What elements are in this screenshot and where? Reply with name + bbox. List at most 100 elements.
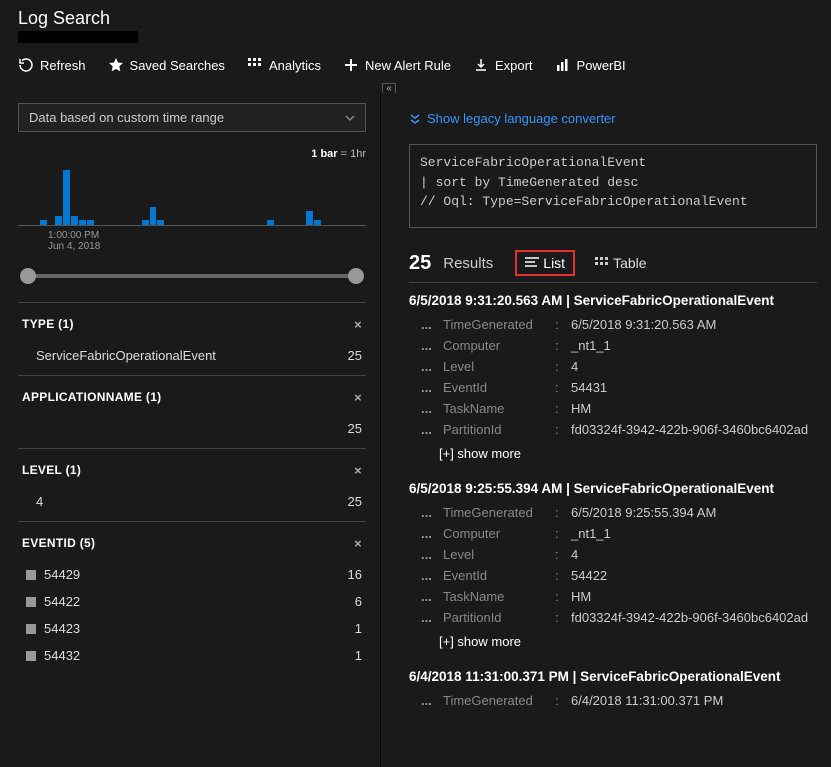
field-row[interactable]: ...Level:4 [409,356,817,377]
field-colon: : [555,547,571,562]
field-key: PartitionId [443,610,555,625]
results-count: 25 [409,252,431,275]
converter-label: Show legacy language converter [427,111,616,126]
field-row[interactable]: ...EventId:54431 [409,377,817,398]
field-value: HM [571,589,591,604]
histogram-bar[interactable] [142,220,149,225]
ellipsis-icon[interactable]: ... [421,526,443,541]
powerbi-button[interactable]: PowerBI [555,57,626,73]
field-colon: : [555,380,571,395]
field-row[interactable]: ...TimeGenerated:6/5/2018 9:31:20.563 AM [409,314,817,335]
histogram-bar[interactable] [71,216,78,225]
field-colon: : [555,589,571,604]
time-range-dropdown[interactable]: Data based on custom time range [18,103,366,132]
field-value: HM [571,401,591,416]
facet-row-count: 25 [348,494,362,509]
facet-row-count: 25 [348,348,362,363]
refresh-button[interactable]: Refresh [18,57,86,73]
ellipsis-icon[interactable]: ... [421,610,443,625]
field-value: 6/4/2018 11:31:00.371 PM [571,693,723,708]
field-colon: : [555,568,571,583]
field-colon: : [555,338,571,353]
ellipsis-icon[interactable]: ... [421,568,443,583]
facet-close-icon[interactable]: × [354,390,362,405]
field-row[interactable]: ...TimeGenerated:6/5/2018 9:25:55.394 AM [409,502,817,523]
field-key: TaskName [443,401,555,416]
list-icon [525,257,539,269]
histogram-bar[interactable] [87,220,94,225]
histogram-bar[interactable] [63,170,70,225]
facet-title: APPLICATIONNAME (1) [22,390,161,405]
result-title[interactable]: 6/5/2018 9:25:55.394 AM | ServiceFabricO… [409,481,817,502]
view-table-label: Table [613,255,646,271]
facet-close-icon[interactable]: × [354,463,362,478]
facet-row[interactable]: 544226 [18,588,366,615]
field-row[interactable]: ...Computer:_nt1_1 [409,523,817,544]
field-row[interactable]: ...Computer:_nt1_1 [409,335,817,356]
field-value: 4 [571,359,578,374]
analytics-button[interactable]: Analytics [247,57,321,73]
histogram-bar[interactable] [40,220,47,225]
histogram-chart[interactable] [18,166,366,226]
ellipsis-icon[interactable]: ... [421,547,443,562]
slider-thumb-end[interactable] [348,268,364,284]
facet-row[interactable]: 425 [18,488,366,515]
histogram-bar[interactable] [267,220,274,225]
new-alert-rule-button[interactable]: New Alert Rule [343,57,451,73]
powerbi-label: PowerBI [577,58,626,73]
histogram-bar[interactable] [157,220,164,225]
ellipsis-icon[interactable]: ... [421,401,443,416]
facet-row[interactable]: ServiceFabricOperationalEvent25 [18,342,366,369]
legacy-converter-link[interactable]: Show legacy language converter [409,111,817,126]
ellipsis-icon[interactable]: ... [421,589,443,604]
field-row[interactable]: ...TaskName:HM [409,398,817,419]
facet-row[interactable]: 544231 [18,615,366,642]
field-key: Level [443,547,555,562]
collapse-left-icon[interactable]: « [382,83,396,93]
field-row[interactable]: ...EventId:54422 [409,565,817,586]
field-row[interactable]: ...Level:4 [409,544,817,565]
field-row[interactable]: ...TimeGenerated:6/4/2018 11:31:00.371 P… [409,690,817,711]
field-colon: : [555,610,571,625]
view-table-button[interactable]: Table [587,252,654,274]
newalert-label: New Alert Rule [365,58,451,73]
result-title[interactable]: 6/5/2018 9:31:20.563 AM | ServiceFabricO… [409,293,817,314]
ellipsis-icon[interactable]: ... [421,359,443,374]
field-value: _nt1_1 [571,526,611,541]
show-more-button[interactable]: [+] show more [409,628,817,651]
field-row[interactable]: ...PartitionId:fd03324f-3942-422b-906f-3… [409,419,817,440]
result-item: 6/4/2018 11:31:00.371 PM | ServiceFabric… [409,659,817,719]
facet-close-icon[interactable]: × [354,536,362,551]
time-range-slider[interactable] [28,274,356,278]
ellipsis-icon[interactable]: ... [421,338,443,353]
histogram-bar[interactable] [306,211,313,225]
ellipsis-icon[interactable]: ... [421,380,443,395]
ellipsis-icon[interactable]: ... [421,317,443,332]
facet-row[interactable]: 25 [18,415,366,442]
histogram-bar[interactable] [55,216,62,225]
field-row[interactable]: ...TaskName:HM [409,586,817,607]
saved-searches-button[interactable]: Saved Searches [108,57,225,73]
slider-thumb-start[interactable] [20,268,36,284]
field-value: 6/5/2018 9:31:20.563 AM [571,317,716,332]
refresh-label: Refresh [40,58,86,73]
facet-close-icon[interactable]: × [354,317,362,332]
results-label: Results [443,255,493,272]
export-button[interactable]: Export [473,57,533,73]
ellipsis-icon[interactable]: ... [421,422,443,437]
histogram-bar[interactable] [314,220,321,225]
export-label: Export [495,58,533,73]
result-title[interactable]: 6/4/2018 11:31:00.371 PM | ServiceFabric… [409,669,817,690]
show-more-button[interactable]: [+] show more [409,440,817,463]
chevron-down-icon [345,113,355,123]
ellipsis-icon[interactable]: ... [421,693,443,708]
view-list-button[interactable]: List [515,250,575,276]
histogram-bar[interactable] [150,207,157,225]
facet-group: LEVEL (1)×425 [18,448,366,521]
query-editor[interactable]: ServiceFabricOperationalEvent| sort by T… [409,144,817,228]
facet-row[interactable]: 5442916 [18,561,366,588]
ellipsis-icon[interactable]: ... [421,505,443,520]
field-row[interactable]: ...PartitionId:fd03324f-3942-422b-906f-3… [409,607,817,628]
histogram-bar[interactable] [79,220,86,225]
facet-row[interactable]: 544321 [18,642,366,669]
